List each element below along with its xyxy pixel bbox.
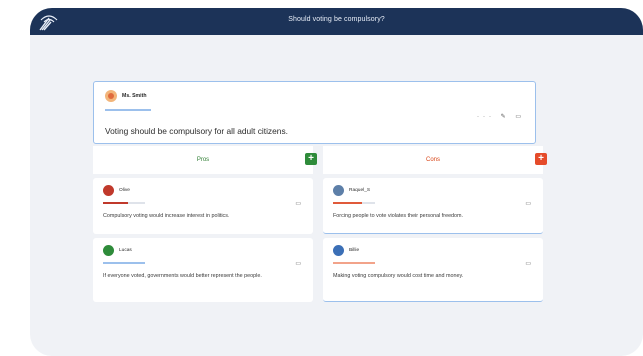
topic-progress	[105, 109, 151, 111]
argument-progress	[333, 262, 375, 264]
topic-author: Ms. Smith	[122, 93, 147, 99]
pro-argument-card[interactable]: Lucas ▭ If everyone voted, governments w…	[93, 238, 313, 302]
comment-icon[interactable]: ▭	[295, 200, 301, 207]
top-bar: Should voting be compulsory?	[30, 8, 643, 35]
argument-author: Olive	[119, 188, 130, 193]
avatar	[333, 245, 344, 256]
comment-icon[interactable]: ▭	[525, 200, 531, 207]
pros-column-header: Pros +	[93, 146, 317, 174]
comment-icon[interactable]: ▭	[295, 260, 301, 267]
cons-column-header: Cons +	[323, 146, 547, 174]
argument-text: If everyone voted, governments would bet…	[103, 273, 262, 279]
avatar	[333, 185, 344, 196]
argument-author: Raquel_S	[349, 188, 371, 193]
pro-argument-card[interactable]: Olive ▭ Compulsory voting would increase…	[93, 178, 313, 234]
topic-statement: Voting should be compulsory for all adul…	[105, 126, 288, 136]
page-title: Should voting be compulsory?	[288, 16, 385, 23]
add-pro-button[interactable]: +	[305, 153, 317, 165]
argument-text: Compulsory voting would increase interes…	[103, 213, 230, 219]
argument-progress	[103, 262, 145, 264]
avatar	[103, 245, 114, 256]
avatar	[105, 90, 117, 102]
topic-card[interactable]: Ms. Smith ··· ✎ ▭ Voting should be compu…	[93, 81, 536, 144]
argument-progress	[103, 202, 145, 204]
add-con-button[interactable]: +	[535, 153, 547, 165]
avatar	[103, 185, 114, 196]
con-argument-card[interactable]: Raquel_S ▭ Forcing people to vote violat…	[323, 178, 543, 234]
app-window: Should voting be compulsory? Ms. Smith ·…	[30, 8, 643, 356]
argument-author: Lucas	[119, 248, 132, 253]
argument-text: Making voting compulsory would cost time…	[333, 273, 464, 279]
argument-progress	[333, 202, 375, 204]
argument-author: Billie	[349, 248, 360, 253]
comment-icon[interactable]: ▭	[525, 260, 531, 267]
pros-label: Pros	[196, 157, 210, 163]
argument-text: Forcing people to vote violates their pe…	[333, 213, 464, 219]
con-argument-card[interactable]: Billie ▭ Making voting compulsory would …	[323, 238, 543, 302]
topic-tools[interactable]: ··· ✎ ▭	[477, 113, 525, 120]
cons-label: Cons	[425, 157, 440, 163]
